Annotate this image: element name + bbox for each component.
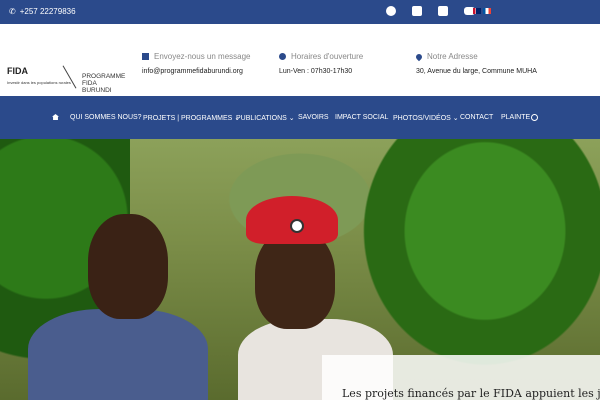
nav-item-qui-sommes-nous[interactable]: QUI SOMMES NOUS? xyxy=(70,114,142,121)
site-header: FIDA Investir dans les populations rural… xyxy=(0,24,600,96)
logo-fida-text: FIDA xyxy=(7,66,28,76)
nav-item-plainte[interactable]: PLAINTE xyxy=(501,114,530,121)
main-navigation: QUI SOMMES NOUS? PROJETS | PROGRAMMES ⌄ … xyxy=(0,96,600,139)
language-switcher xyxy=(473,8,491,14)
twitter-icon[interactable] xyxy=(438,6,448,16)
hours-label: Horaires d'ouverture xyxy=(291,52,364,61)
search-icon[interactable] xyxy=(531,114,538,123)
address-label: Notre Adresse xyxy=(427,52,478,61)
flag-french-icon[interactable] xyxy=(483,8,491,14)
email-label: Envoyez-nous un message xyxy=(154,52,251,61)
nav-item-contact[interactable]: CONTACT xyxy=(460,114,493,121)
address-info: Notre Adresse 30, Avenue du large, Commu… xyxy=(414,52,537,75)
site-logo[interactable]: FIDA Investir dans les populations rural… xyxy=(7,64,127,94)
hero-person-right-head xyxy=(255,229,335,329)
opening-hours: Horaires d'ouverture Lun-Ven : 07h30-17h… xyxy=(279,52,364,75)
email-value[interactable]: info@programmefidaburundi.org xyxy=(142,68,243,75)
location-pin-icon xyxy=(414,52,424,61)
hero-person-left-body xyxy=(28,309,208,400)
top-bar: ✆ +257 22279836 xyxy=(0,0,600,24)
email-contact: Envoyez-nous un message info@programmefi… xyxy=(142,52,251,75)
facebook-icon[interactable] xyxy=(386,6,396,16)
hero-caption-text: Les projets financés par le FIDA appuien… xyxy=(342,387,600,400)
hero-hat-badge xyxy=(290,219,304,233)
hero-person-left-head xyxy=(88,214,168,319)
nav-item-impact-social[interactable]: IMPACT SOCIAL xyxy=(335,114,388,121)
envelope-icon xyxy=(142,53,149,60)
nav-item-publications[interactable]: PUBLICATIONS ⌄ xyxy=(236,114,295,122)
clock-icon xyxy=(279,53,286,60)
social-links xyxy=(386,6,475,16)
hero-leaves-right xyxy=(360,139,600,369)
nav-item-projets-programmes[interactable]: PROJETS | PROGRAMMES ⌄ xyxy=(143,114,240,122)
instagram-icon[interactable] xyxy=(412,6,422,16)
hours-value: Lun-Ven : 07h30-17h30 xyxy=(279,68,353,75)
logo-tagline: Investir dans les populations rurales xyxy=(7,80,71,85)
home-icon[interactable] xyxy=(52,114,59,122)
hero-banner: Les projets financés par le FIDA appuien… xyxy=(0,139,600,400)
phone-icon: ✆ xyxy=(9,7,16,16)
nav-item-photos-videos[interactable]: PHOTOS/VIDÉOS ⌄ xyxy=(393,114,459,122)
hero-caption: Les projets financés par le FIDA appuien… xyxy=(322,355,600,400)
phone-contact[interactable]: ✆ +257 22279836 xyxy=(9,7,76,16)
address-value: 30, Avenue du large, Commune MUHA xyxy=(416,68,537,75)
logo-program-name: PROGRAMME FIDA BURUNDI xyxy=(82,73,126,94)
logo-divider xyxy=(62,65,77,89)
phone-number: +257 22279836 xyxy=(19,7,76,16)
nav-item-savoirs[interactable]: SAVOIRS xyxy=(298,114,329,121)
flag-english-icon[interactable] xyxy=(473,8,481,14)
